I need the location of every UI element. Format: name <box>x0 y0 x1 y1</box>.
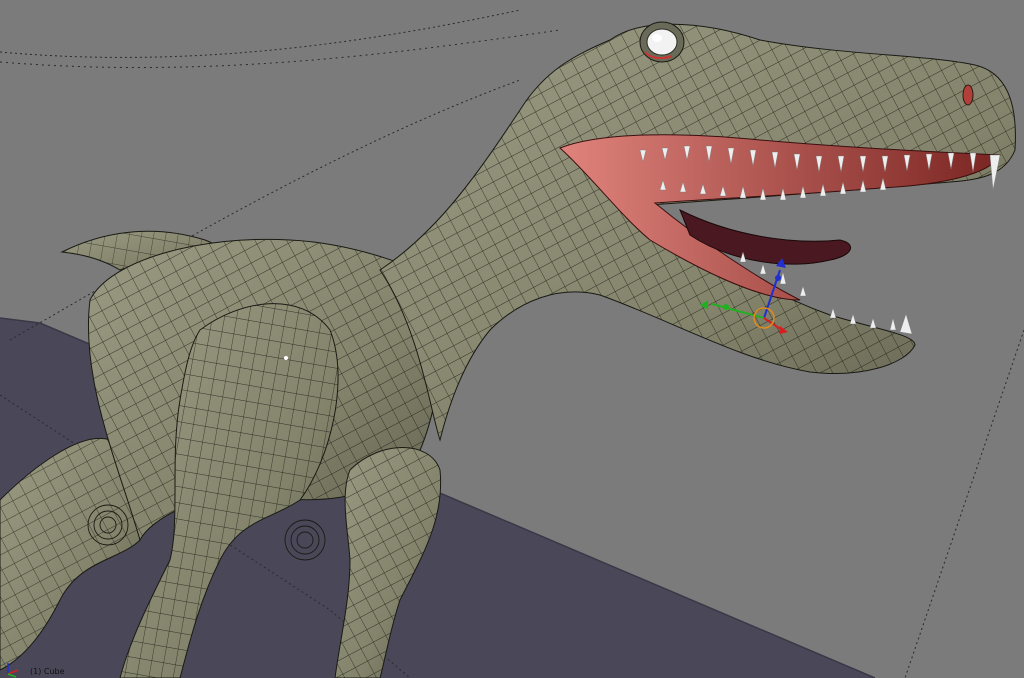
3d-viewport[interactable]: (1) Cube <box>0 0 1024 678</box>
active-object-label: (1) Cube <box>30 667 65 676</box>
mesh-eye[interactable] <box>639 21 685 63</box>
viewport-scene[interactable] <box>0 0 1024 678</box>
selected-vertex[interactable] <box>284 356 288 360</box>
xyz-axes-icon <box>7 663 19 678</box>
mesh-nostril <box>962 84 974 106</box>
